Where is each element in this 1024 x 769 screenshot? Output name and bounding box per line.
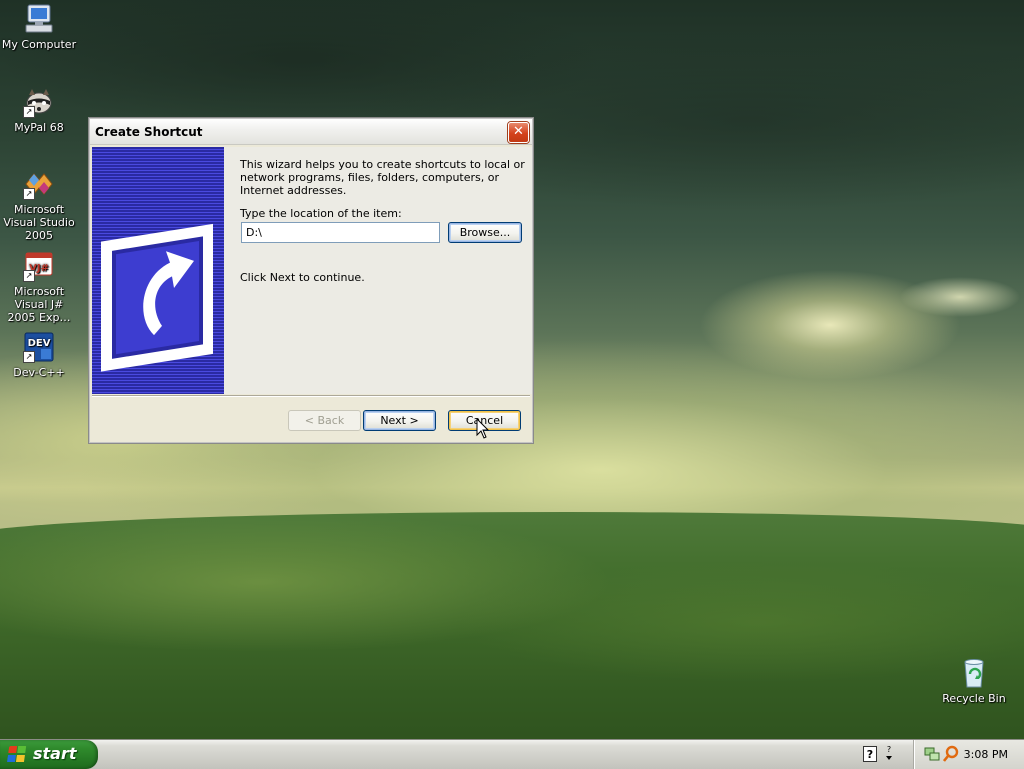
browse-button[interactable]: Browse... — [448, 222, 522, 243]
continue-text: Click Next to continue. — [240, 271, 365, 284]
desktop-icon-label: Dev-C++ — [13, 366, 65, 379]
taskbar: start ? ? 3:08 PM — [0, 739, 1024, 769]
desktop-icon-visual-jsharp[interactable]: VJ# ↗ Microsoft Visual J# 2005 Exp… — [0, 250, 79, 324]
computer-icon — [23, 3, 55, 35]
close-button[interactable]: ✕ — [508, 122, 529, 143]
shortcut-arrow-icon: ↗ — [23, 106, 35, 118]
visual-studio-icon: ↗ — [23, 168, 55, 200]
windows-flag-icon — [6, 746, 28, 763]
help-icon[interactable]: ? — [863, 746, 877, 762]
desktop-icon-label: MyPal 68 — [14, 121, 64, 134]
svg-text:?: ? — [867, 748, 873, 761]
back-button[interactable]: < Back — [288, 410, 361, 431]
desktop-icon-mypal[interactable]: ↗ MyPal 68 — [0, 86, 79, 134]
dialog-title: Create Shortcut — [95, 125, 203, 139]
network-icon[interactable] — [924, 746, 940, 762]
dev-cpp-icon: DEV ↗ — [23, 331, 55, 363]
mouse-pointer-icon — [476, 418, 490, 439]
green-hill — [0, 512, 1024, 739]
svg-text:?: ? — [887, 745, 891, 754]
dialog-separator — [92, 395, 530, 397]
shortcut-arrow-icon: ↗ — [23, 270, 35, 282]
wizard-side-panel — [92, 147, 224, 394]
desktop-icon-label: Microsoft Visual J# 2005 Exp… — [7, 285, 71, 324]
desktop-icon-my-computer[interactable]: My Computer — [0, 3, 79, 51]
location-label: Type the location of the item: — [240, 207, 402, 220]
next-button[interactable]: Next > — [363, 410, 436, 431]
desktop-icon-dev-cpp[interactable]: DEV ↗ Dev-C++ — [0, 331, 79, 379]
start-label: start — [33, 744, 77, 763]
chevron-down-icon[interactable]: ? — [884, 744, 894, 764]
search-icon[interactable] — [943, 745, 959, 763]
wizard-intro-text: This wizard helps you to create shortcut… — [240, 158, 525, 197]
shortcut-arrow-icon: ↗ — [23, 351, 35, 363]
location-input[interactable] — [241, 222, 440, 243]
jsharp-icon: VJ# ↗ — [23, 250, 55, 282]
shortcut-arrow-graphic — [101, 223, 213, 372]
close-icon: ✕ — [513, 124, 524, 139]
svg-text:DEV: DEV — [28, 338, 51, 349]
desktop-icon-label: Microsoft Visual Studio 2005 — [3, 203, 75, 242]
start-button[interactable]: start — [0, 740, 98, 769]
clock[interactable]: 3:08 PM — [964, 748, 1008, 761]
shortcut-arrow-icon: ↗ — [23, 188, 35, 200]
system-tray: 3:08 PM — [913, 740, 1024, 769]
desktop-icon-label: Recycle Bin — [942, 692, 1006, 705]
recycle-bin-icon — [958, 657, 990, 689]
create-shortcut-dialog: Create Shortcut ✕ This wizard helps you … — [88, 117, 534, 444]
desktop-icon-visual-studio[interactable]: ↗ Microsoft Visual Studio 2005 — [0, 168, 79, 242]
dialog-titlebar[interactable]: Create Shortcut ✕ — [90, 119, 532, 145]
desktop-icon-label: My Computer — [1, 38, 77, 51]
notification-area-left: ? ? — [860, 744, 900, 764]
raccoon-icon: ↗ — [23, 86, 55, 118]
desktop-icon-recycle-bin[interactable]: Recycle Bin — [934, 657, 1014, 705]
